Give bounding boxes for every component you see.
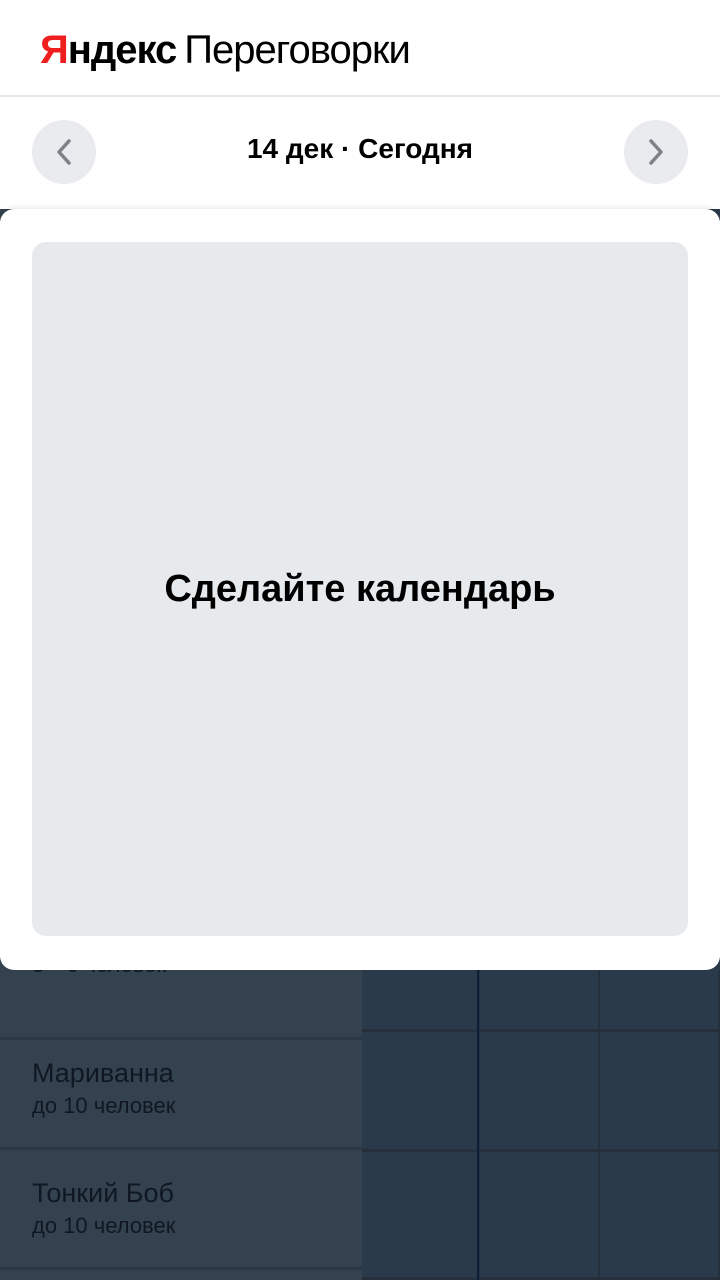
schedule-cell[interactable] [480,1032,600,1152]
schedule-cell[interactable] [600,1152,720,1280]
room-name: Мариванна [32,1058,174,1088]
schedule-cell[interactable] [362,1032,480,1152]
schedule-cell[interactable] [480,1152,600,1280]
chevron-right-icon [649,139,663,165]
next-day-button[interactable] [624,120,688,184]
schedule-cell[interactable] [362,1152,480,1280]
schedule-cell[interactable] [362,970,480,1032]
placeholder-text: Сделайте календарь [164,567,556,610]
schedule-cell[interactable] [600,970,720,1032]
room-name: Тонкий Боб [32,1178,174,1208]
calendar-placeholder[interactable]: Сделайте календарь [32,242,688,936]
room-capacity: до 10 человек [32,1213,176,1238]
app-header: Яндекс Переговорки [0,0,720,97]
yandex-logo: Яндекс [40,28,177,72]
room-item[interactable]: Мариванна до 10 человек [0,1032,362,1150]
room-item[interactable]: Тонкий Боб до 10 человек [0,1152,362,1270]
schedule-cell[interactable] [600,1032,720,1152]
schedule-cell[interactable] [480,970,600,1032]
date-navigation: 14 дек · Сегодня [0,97,720,209]
calendar-modal: Сделайте календарь [0,209,720,970]
current-date: 14 дек · Сегодня [246,133,473,164]
app-logo[interactable]: Яндекс Переговорки [40,28,411,73]
room-capacity: до 10 человек [32,1093,176,1118]
product-name: Переговорки [184,28,411,72]
